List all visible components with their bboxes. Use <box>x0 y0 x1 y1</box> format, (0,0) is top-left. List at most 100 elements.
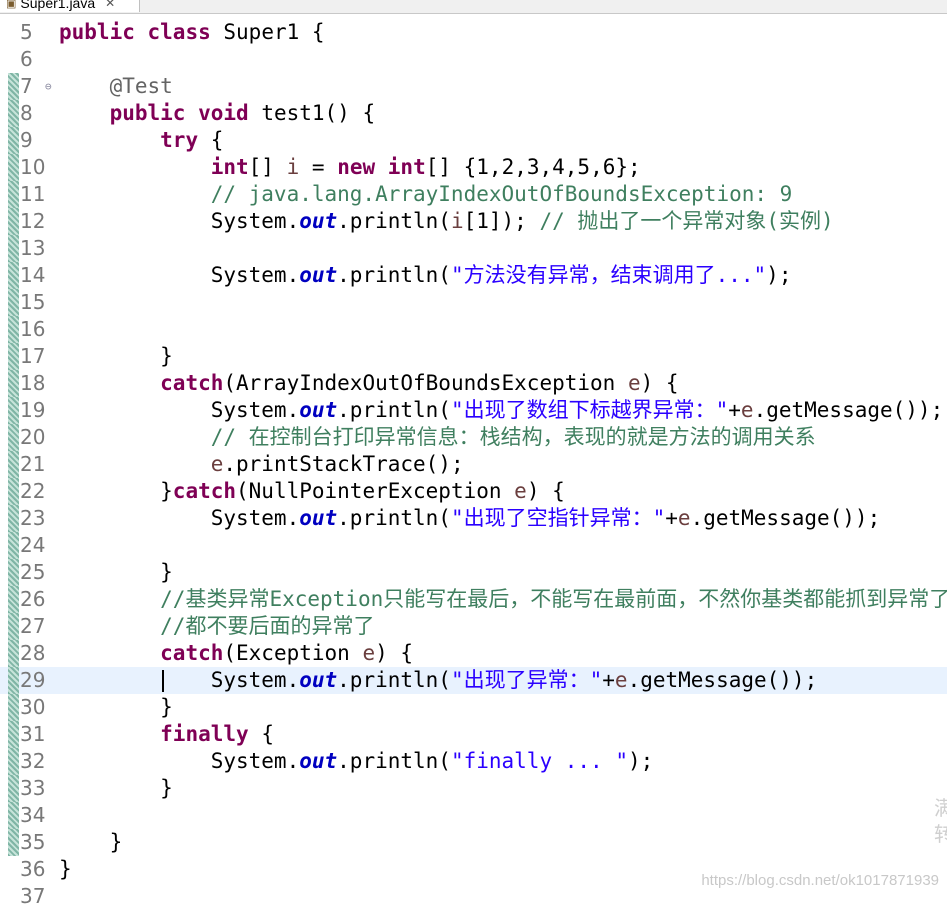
code-token: .println( <box>337 209 451 233</box>
code-line[interactable]: 29 System.out.println("出现了异常："+e.getMess… <box>0 667 947 694</box>
code-token: catch <box>160 641 224 665</box>
code-token: e <box>614 668 628 692</box>
code-line[interactable]: 6 <box>0 46 947 73</box>
code-line[interactable]: 19 System.out.println("出现了数组下标越界异常："+e.g… <box>0 397 947 424</box>
code-line[interactable]: 17 } <box>0 343 947 370</box>
code-line[interactable]: 21 e.printStackTrace(); <box>0 451 947 478</box>
code-line[interactable]: 10 int[] i = new int[] {1,2,3,4,5,6}; <box>0 154 947 181</box>
code-text: try { <box>59 127 223 154</box>
code-line[interactable]: 13 <box>0 235 947 262</box>
code-token: .getMessage()); <box>627 668 818 692</box>
line-number: 36 <box>20 857 46 881</box>
change-marker <box>8 775 19 802</box>
change-marker <box>8 208 19 235</box>
code-token: Super1 { <box>223 20 325 44</box>
code-token: ); <box>627 749 654 773</box>
code-line[interactable]: 28 catch(Exception e) { <box>0 640 947 667</box>
code-token: e <box>362 641 376 665</box>
change-marker <box>8 262 19 289</box>
code-token: { <box>248 722 274 746</box>
change-marker <box>8 694 19 721</box>
code-token: ); <box>766 263 792 287</box>
code-text: } <box>59 775 173 802</box>
code-text: // java.lang.ArrayIndexOutOfBoundsExcept… <box>59 181 793 208</box>
code-token: (NullPointerException <box>236 479 515 503</box>
code-line[interactable]: 7 ⊖ @Test <box>0 73 947 100</box>
text-cursor <box>162 670 164 692</box>
code-text: // 在控制台打印异常信息：栈结构，表现的就是方法的调用关系 <box>59 424 816 451</box>
code-token: e <box>514 479 527 503</box>
editor-tab[interactable]: ▣ Super1.java ✕ <box>0 0 140 12</box>
code-line[interactable]: 16 <box>0 316 947 343</box>
code-text: e.printStackTrace(); <box>59 451 464 478</box>
code-token: e <box>740 398 754 422</box>
code-line[interactable]: 18 catch(ArrayIndexOutOfBoundsException … <box>0 370 947 397</box>
code-text: System.out.println("方法没有异常，结束调用了..."); <box>59 262 792 289</box>
line-number: 15 <box>20 290 46 314</box>
code-line[interactable]: 32 System.out.println("finally ... "); <box>0 748 947 775</box>
line-number: 20 <box>20 425 46 449</box>
change-marker <box>8 478 19 505</box>
code-line[interactable]: 14 System.out.println("方法没有异常，结束调用了...")… <box>0 262 947 289</box>
code-token: // java.lang.ArrayIndexOutOfBoundsExcept… <box>210 182 793 206</box>
code-token: test1() { <box>261 101 376 125</box>
code-line[interactable]: 23 System.out.println("出现了空指针异常："+e.getM… <box>0 505 947 532</box>
code-token: = <box>299 155 338 179</box>
code-line[interactable]: 5 public class Super1 { <box>0 19 947 46</box>
code-line[interactable]: 35 } <box>0 829 947 856</box>
code-token: // 在控制台打印异常信息：栈结构，表现的就是方法的调用关系 <box>210 425 816 449</box>
change-marker <box>8 127 19 154</box>
code-line[interactable]: 11 // java.lang.ArrayIndexOutOfBoundsExc… <box>0 181 947 208</box>
code-text: //都不要后面的异常了 <box>59 613 374 640</box>
code-line[interactable]: 20 // 在控制台打印异常信息：栈结构，表现的就是方法的调用关系 <box>0 424 947 451</box>
code-line[interactable]: 22 }catch(NullPointerException e) { <box>0 478 947 505</box>
line-number: 31 <box>20 722 46 746</box>
code-line[interactable]: 26 //基类异常Exception只能写在最后，不能写在最前面，不然你基类都能… <box>0 586 947 613</box>
line-number: 21 <box>20 452 46 476</box>
change-marker <box>8 397 19 424</box>
code-line[interactable]: 27 //都不要后面的异常了 <box>0 613 947 640</box>
fold-toggle-icon[interactable]: ⊖ <box>45 73 52 100</box>
code-line[interactable]: 9 try { <box>0 127 947 154</box>
change-marker <box>8 829 19 856</box>
code-token: } <box>59 857 72 881</box>
code-line[interactable]: 31 finally { <box>0 721 947 748</box>
line-number: 14 <box>20 263 46 287</box>
code-line[interactable]: 34 <box>0 802 947 829</box>
line-number: 19 <box>20 398 46 422</box>
code-token: out <box>299 749 338 773</box>
change-marker <box>8 181 19 208</box>
code-token: [] {1,2,3,4,5,6}; <box>425 155 641 179</box>
line-number: 10 <box>20 155 46 179</box>
code-line[interactable]: 30 } <box>0 694 947 721</box>
code-line[interactable]: 25 } <box>0 559 947 586</box>
close-icon[interactable]: ✕ <box>105 0 115 10</box>
line-number: 28 <box>20 641 46 665</box>
code-line[interactable]: 8 public void test1() { <box>0 100 947 127</box>
change-marker <box>8 667 19 694</box>
code-token: ) { <box>375 641 414 665</box>
line-number: 26 <box>20 587 46 611</box>
code-token: out <box>299 668 338 692</box>
code-line[interactable]: 24 <box>0 532 947 559</box>
code-line[interactable]: 15 <box>0 289 947 316</box>
code-token: public <box>109 101 186 125</box>
code-token: System. <box>59 398 300 422</box>
code-line[interactable]: 12 System.out.println(i[1]); // 抛出了一个异常对… <box>0 208 947 235</box>
line-number: 9 <box>20 128 33 152</box>
change-marker <box>8 424 19 451</box>
code-token: "方法没有异常，结束调用了..." <box>450 263 767 287</box>
code-token: //基类异常Exception只能写在最后，不能写在最前面，不然你基类都能抓到异… <box>160 587 947 611</box>
change-marker <box>8 370 19 397</box>
code-token: out <box>299 398 338 422</box>
code-line[interactable]: 33 } <box>0 775 947 802</box>
